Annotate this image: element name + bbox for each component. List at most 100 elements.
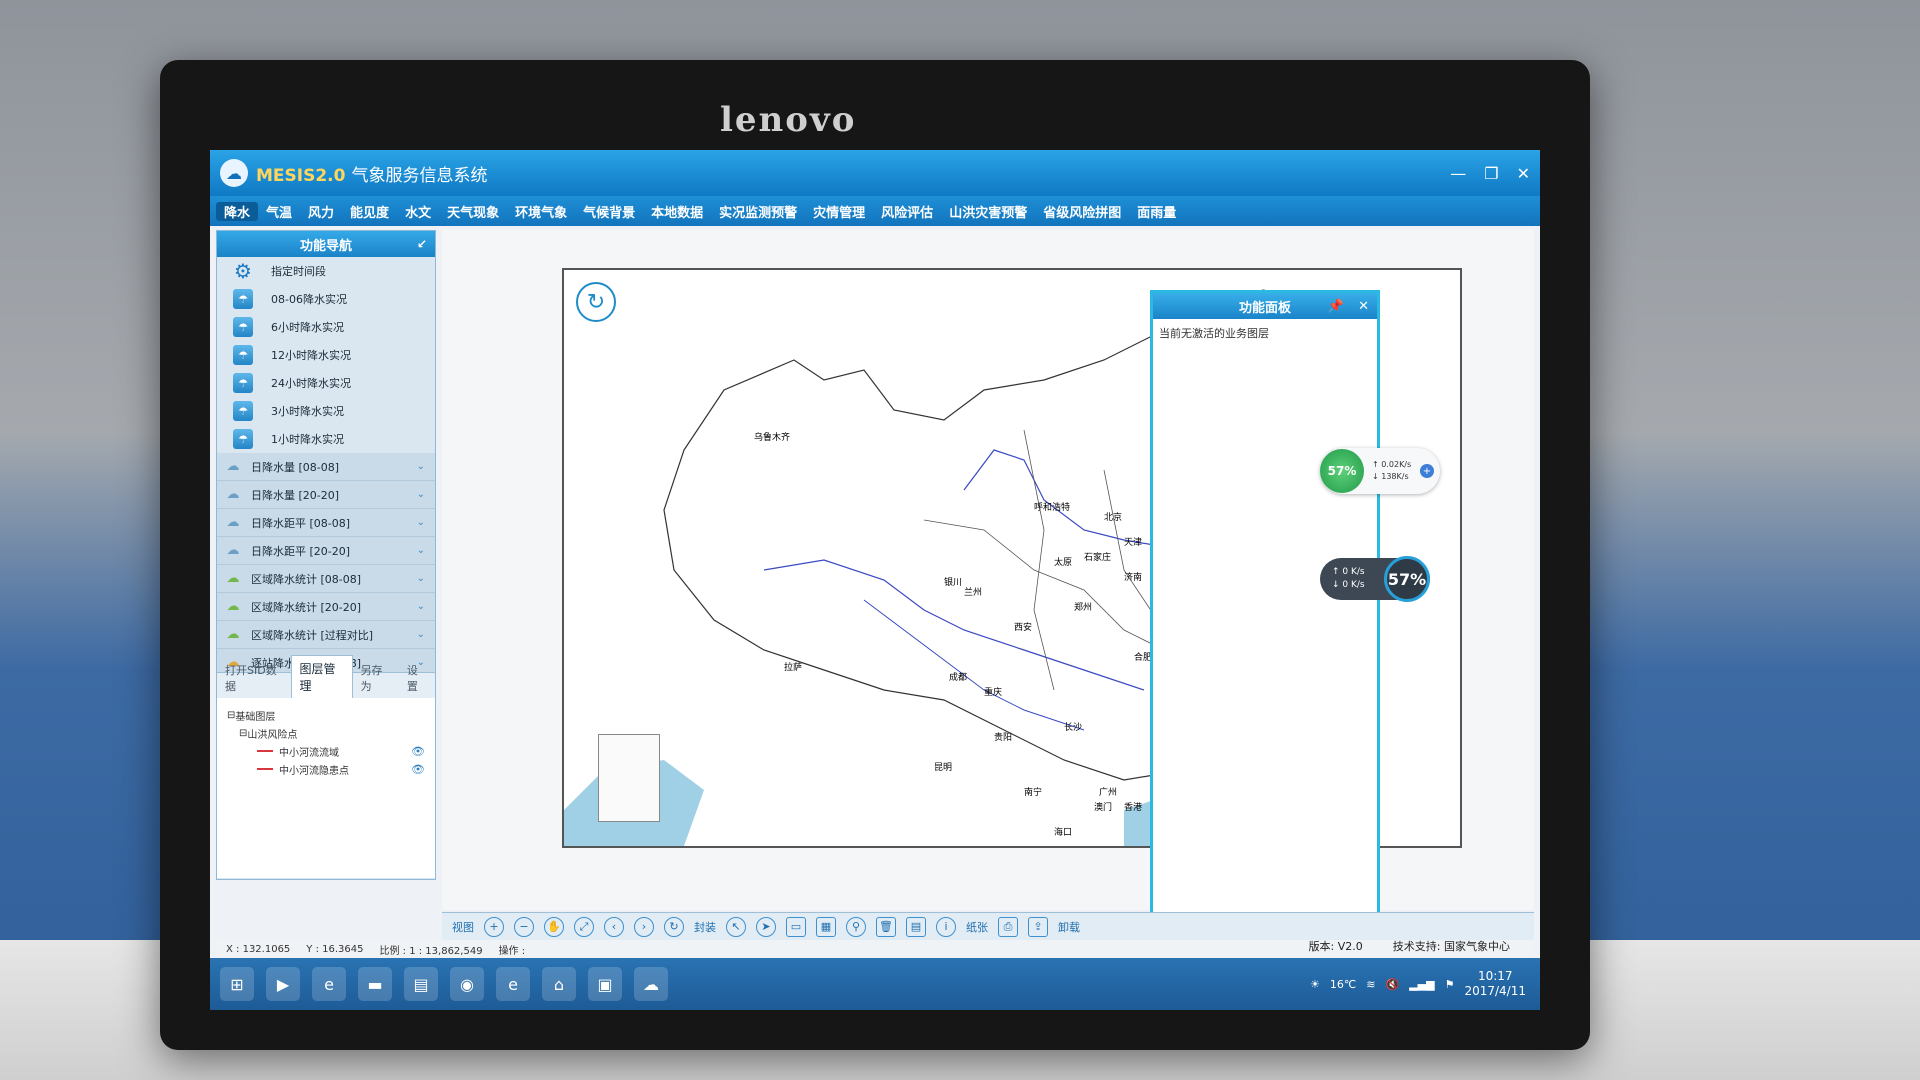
menu-item-env[interactable]: 环境气象 xyxy=(507,202,575,221)
full-extent-icon[interactable]: ⤢ xyxy=(574,916,594,937)
chevron-down-icon: ⌄ xyxy=(416,601,425,612)
menu-item-visibility[interactable]: 能见度 xyxy=(342,202,397,221)
nav-group-daily-rain-08[interactable]: ☁ 日降水量 [08-08] ⌄ xyxy=(217,453,435,481)
version-label: 版本: V2.0 xyxy=(1308,940,1363,953)
marker-icon[interactable]: ⚲ xyxy=(846,916,866,937)
wifi-icon[interactable]: ≋ xyxy=(1366,978,1375,991)
print-icon[interactable]: ⎙ xyxy=(998,916,1018,937)
eye-icon[interactable]: 👁 xyxy=(411,763,425,776)
function-nav-panel: 功能导航 ↙ ⚙ 指定时间段 ☂ 08-06降水实况 ☂ 6小时降水实况 ☂ 12小时降… xyxy=(216,230,436,880)
info-icon[interactable]: i xyxy=(936,916,956,937)
tab-open-data[interactable]: 打开SID数据 xyxy=(217,658,291,698)
city-label: 银川 xyxy=(944,578,963,588)
tree-node-river-basin[interactable]: 中小河流流域 👁 xyxy=(227,742,425,760)
menu-item-temp[interactable]: 气温 xyxy=(258,202,300,221)
measure-area-icon[interactable]: ▦ xyxy=(816,916,836,937)
mesis-app-icon[interactable]: ☁ xyxy=(634,967,668,1001)
nav-item-rain-6h[interactable]: ☂ 6小时降水实况 xyxy=(217,313,435,341)
weather-sun-icon[interactable]: ☀ xyxy=(1310,978,1320,991)
city-label: 天津 xyxy=(1124,538,1143,548)
menu-item-risk[interactable]: 风险评估 xyxy=(873,202,941,221)
menu-item-monitor[interactable]: 实况监测预警 xyxy=(711,202,805,221)
nav-item-rain-3h[interactable]: ☂ 3小时降水实况 xyxy=(217,397,435,425)
network-speed-widget-dark[interactable]: ↑ 0 K/s ↓ 0 K/s 57% xyxy=(1320,556,1430,602)
tree-node-base[interactable]: ⊟ 基础图层 xyxy=(227,706,425,724)
menu-item-disaster[interactable]: 灾情管理 xyxy=(805,202,873,221)
tab-save-as[interactable]: 另存为 xyxy=(353,658,399,698)
ie-icon[interactable]: e xyxy=(312,967,346,1001)
zoom-out-icon[interactable]: − xyxy=(514,916,534,937)
cloud-icon: ☁ xyxy=(226,487,240,502)
menu-item-areal-rain[interactable]: 面雨量 xyxy=(1129,202,1184,221)
nav-item-rain-24h[interactable]: ☂ 24小时降水实况 xyxy=(217,369,435,397)
previous-view-icon[interactable]: ‹ xyxy=(604,916,624,937)
network-icon[interactable]: ⌂ xyxy=(542,967,576,1001)
chevron-down-icon: ⌄ xyxy=(416,461,425,472)
pointer-icon[interactable]: ➤ xyxy=(756,916,776,937)
chrome-icon[interactable]: ◉ xyxy=(450,967,484,1001)
map-toolbar: 视图 + − ✋ ⤢ ‹ › ↻ 封装 ↖ ➤ ▭ ▦ ⚲ 🗑 ▤ i 纸张 ⎙… xyxy=(442,912,1534,940)
refresh-icon[interactable]: ↻ xyxy=(664,916,684,937)
menu-item-wind[interactable]: 风力 xyxy=(300,202,342,221)
coord-y: Y : 16.3645 xyxy=(306,943,364,955)
city-label: 北京 xyxy=(1104,513,1123,523)
start-button-icon[interactable]: ⊞ xyxy=(220,967,254,1001)
media-player-icon[interactable]: ▶ xyxy=(266,967,300,1001)
speed-rates: ↑ 0.02K/s ↓ 138K/s xyxy=(1372,460,1412,481)
nav-item-time-range[interactable]: ⚙ 指定时间段 xyxy=(217,257,435,285)
pin-icon[interactable]: ↙ xyxy=(417,237,427,251)
table-icon[interactable]: ▤ xyxy=(906,916,926,937)
menu-item-weather[interactable]: 天气现象 xyxy=(439,202,507,221)
close-icon[interactable]: ✕ xyxy=(1358,299,1369,314)
close-button[interactable]: ✕ xyxy=(1517,164,1530,183)
nav-item-rain-12h[interactable]: ☂ 12小时降水实况 xyxy=(217,341,435,369)
menu-item-province-risk[interactable]: 省级风险拼图 xyxy=(1035,202,1129,221)
menu-item-precip[interactable]: 降水 xyxy=(216,201,259,221)
chevron-down-icon: ⌄ xyxy=(416,629,425,640)
folder-icon[interactable]: ▬ xyxy=(358,967,392,1001)
monitor-app-icon[interactable]: ▣ xyxy=(588,967,622,1001)
menu-item-local[interactable]: 本地数据 xyxy=(643,202,711,221)
nav-group-region-stat-compare[interactable]: ☁ 区域降水统计 [过程对比] ⌄ xyxy=(217,621,435,649)
tab-settings[interactable]: 设置 xyxy=(399,658,435,698)
pin-icon[interactable]: 📌 xyxy=(1328,299,1344,314)
tree-node-river-hazard[interactable]: 中小河流隐患点 👁 xyxy=(227,760,425,778)
menu-item-flood[interactable]: 山洪灾害预警 xyxy=(941,202,1035,221)
minimize-button[interactable]: — xyxy=(1450,164,1466,183)
restore-button[interactable]: ❐ xyxy=(1484,164,1498,183)
nav-group-region-stat-20[interactable]: ☁ 区域降水统计 [20-20] ⌄ xyxy=(217,593,435,621)
city-label: 乌鲁木齐 xyxy=(754,433,791,443)
title-bar: ☁ MESIS2.0 气象服务信息系统 — ❐ ✕ xyxy=(210,150,1540,196)
signal-icon[interactable]: ▂▄▆ xyxy=(1409,978,1434,991)
menu-item-climate[interactable]: 气候背景 xyxy=(575,202,643,221)
south-sea-inset xyxy=(598,734,660,822)
nav-item-rain-0806[interactable]: ☂ 08-06降水实况 xyxy=(217,285,435,313)
pan-hand-icon[interactable]: ✋ xyxy=(544,916,564,937)
app-window-icon[interactable]: ▤ xyxy=(404,967,438,1001)
volume-muted-icon[interactable]: 🔇 xyxy=(1386,978,1400,991)
nav-group-region-stat-08[interactable]: ☁ 区域降水统计 [08-08] ⌄ xyxy=(217,565,435,593)
nav-group-rain-anomaly-20[interactable]: ☁ 日降水距平 [20-20] ⌄ xyxy=(217,537,435,565)
cloud-icon: ☁ xyxy=(226,515,240,530)
nav-group-daily-rain-20[interactable]: ☁ 日降水量 [20-20] ⌄ xyxy=(217,481,435,509)
nav-item-rain-1h[interactable]: ☂ 1小时降水实况 xyxy=(217,425,435,453)
city-label: 贵阳 xyxy=(994,733,1013,743)
network-speed-widget[interactable]: 57% ↑ 0.02K/s ↓ 138K/s + xyxy=(1320,448,1440,494)
flag-icon[interactable]: ⚑ xyxy=(1445,978,1455,991)
boost-plus-icon[interactable]: + xyxy=(1420,464,1434,478)
eye-icon[interactable]: 👁 xyxy=(411,745,425,758)
select-icon[interactable]: ↖ xyxy=(726,916,746,937)
delete-icon[interactable]: 🗑 xyxy=(876,916,896,937)
browser-icon[interactable]: e xyxy=(496,967,530,1001)
next-view-icon[interactable]: › xyxy=(634,916,654,937)
nav-group-rain-anomaly-08[interactable]: ☁ 日降水距平 [08-08] ⌄ xyxy=(217,509,435,537)
city-label: 香港 xyxy=(1124,803,1143,813)
clock[interactable]: 10:17 2017/4/11 xyxy=(1464,969,1526,999)
export-icon[interactable]: ⇪ xyxy=(1028,916,1048,937)
menu-item-hydro[interactable]: 水文 xyxy=(397,202,439,221)
tab-layer-manage[interactable]: 图层管理 xyxy=(290,655,353,698)
tree-node-flood-points[interactable]: ⊟ 山洪风险点 xyxy=(227,724,425,742)
city-label: 成都 xyxy=(949,673,968,683)
measure-line-icon[interactable]: ▭ xyxy=(786,916,806,937)
zoom-in-icon[interactable]: + xyxy=(484,916,504,937)
